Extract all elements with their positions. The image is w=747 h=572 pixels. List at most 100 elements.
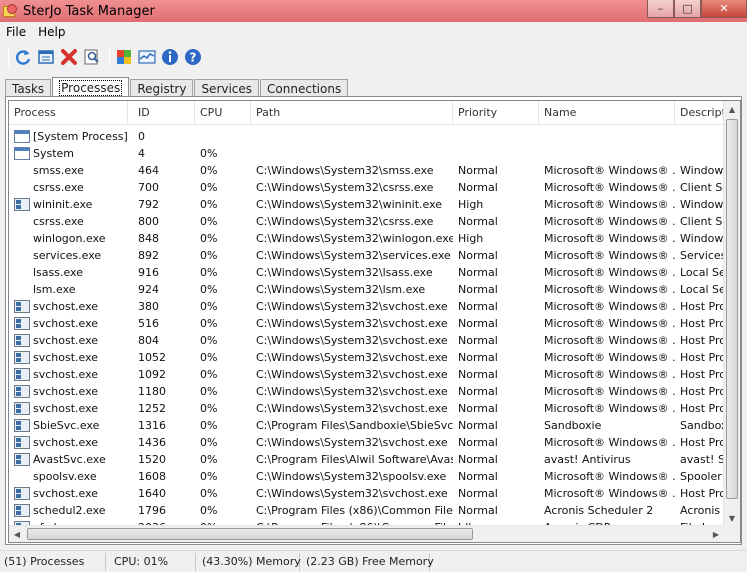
table-row[interactable]: svchost.exe 1052 0% C:\Windows\System32\svc…: [9, 349, 724, 366]
cell-name: Microsoft® Windows® ...: [544, 334, 675, 347]
menu-help[interactable]: Help: [32, 25, 71, 39]
column-header-process[interactable]: Process: [9, 101, 128, 125]
table-row[interactable]: svchost.exe 1092 0% C:\Windows\System32\svc…: [9, 366, 724, 383]
process-name: AvastSvc.exe: [33, 453, 106, 466]
cell-path: C:\Program Files\Alwil Software\Avast...: [256, 453, 453, 466]
cell-name: Microsoft® Windows® ...: [544, 385, 675, 398]
process-list[interactable]: Process ID CPU Path Priority Name Descri…: [8, 100, 741, 543]
cell-process: wininit.exe: [9, 196, 133, 213]
horizontal-scrollbar[interactable]: ◀ ▶: [9, 525, 724, 542]
table-row[interactable]: svchost.exe 1640 0% C:\Windows\System32\svc…: [9, 485, 724, 502]
cell-process: services.exe: [9, 247, 133, 264]
cell-priority: Normal: [458, 249, 498, 262]
table-row[interactable]: wininit.exe 792 0% C:\Windows\System32\wini…: [9, 196, 724, 213]
refresh-icon[interactable]: [13, 47, 33, 67]
maximize-button[interactable]: □: [674, 0, 701, 18]
horizontal-scroll-thumb[interactable]: [27, 528, 473, 540]
cell-path: C:\Windows\System32\svchost.exe: [256, 368, 448, 381]
title-bar: SterJo Task Manager – □ ✕: [0, 0, 747, 22]
tab-processes[interactable]: Processes: [52, 77, 130, 98]
vertical-scrollbar[interactable]: ▲ ▼: [723, 101, 740, 527]
cell-process: System: [9, 145, 133, 162]
table-row[interactable]: spoolsv.exe 1608 0% C:\Windows\System32\spo…: [9, 468, 724, 485]
cell-path: C:\Windows\System32\svchost.exe: [256, 300, 448, 313]
graph-icon[interactable]: [137, 47, 157, 67]
cell-cpu: 0%: [200, 300, 218, 313]
table-row[interactable]: lsm.exe 924 0% C:\Windows\System32\lsm.exe N…: [9, 281, 724, 298]
column-header-cpu[interactable]: CPU: [195, 101, 251, 125]
table-row[interactable]: svchost.exe 380 0% C:\Windows\System32\svch…: [9, 298, 724, 315]
table-row[interactable]: lsass.exe 916 0% C:\Windows\System32\lsass.…: [9, 264, 724, 281]
menu-bar: File Help: [0, 22, 747, 42]
table-row[interactable]: System 4 0%: [9, 145, 724, 162]
toolbar: ?: [0, 42, 747, 72]
cell-id: 1608: [138, 470, 166, 483]
cell-name: Microsoft® Windows® ...: [544, 283, 675, 296]
cell-cpu: 0%: [200, 181, 218, 194]
process-name: spoolsv.exe: [33, 470, 97, 483]
table-row[interactable]: services.exe 892 0% C:\Windows\System32\ser…: [9, 247, 724, 264]
vertical-scroll-thumb[interactable]: [726, 119, 738, 499]
svg-text:?: ?: [190, 51, 197, 65]
table-row[interactable]: svchost.exe 516 0% C:\Windows\System32\svch…: [9, 315, 724, 332]
table-row[interactable]: AvastSvc.exe 1520 0% C:\Program Files\Alwil…: [9, 451, 724, 468]
windows-flag-icon[interactable]: [114, 47, 134, 67]
cell-name: Microsoft® Windows® ...: [544, 300, 675, 313]
table-row[interactable]: smss.exe 464 0% C:\Windows\System32\smss.ex…: [9, 162, 724, 179]
table-row[interactable]: svchost.exe 804 0% C:\Windows\System32\svch…: [9, 332, 724, 349]
table-row[interactable]: csrss.exe 700 0% C:\Windows\System32\csrss.…: [9, 179, 724, 196]
column-header-id[interactable]: ID: [133, 101, 195, 125]
column-header-name[interactable]: Name: [539, 101, 675, 125]
scroll-left-icon[interactable]: ◀: [9, 526, 25, 542]
cell-desc: Windows: [680, 232, 724, 245]
table-row[interactable]: winlogon.exe 848 0% C:\Windows\System32\win…: [9, 230, 724, 247]
cell-path: C:\Windows\System32\lsass.exe: [256, 266, 433, 279]
info-icon[interactable]: [160, 47, 180, 67]
window-icon[interactable]: [36, 47, 56, 67]
cell-id: 1092: [138, 368, 166, 381]
table-row[interactable]: svchost.exe 1252 0% C:\Windows\System32\svc…: [9, 400, 724, 417]
help-icon[interactable]: ?: [183, 47, 203, 67]
close-button[interactable]: ✕: [701, 0, 747, 18]
cell-cpu: 0%: [200, 215, 218, 228]
table-row[interactable]: svchost.exe 1436 0% C:\Windows\System32\svc…: [9, 434, 724, 451]
cell-desc: Client Se: [680, 215, 724, 228]
process-name: csrss.exe: [33, 181, 84, 194]
cell-priority: Normal: [458, 283, 498, 296]
cell-id: 848: [138, 232, 159, 245]
cell-priority: Normal: [458, 436, 498, 449]
tab-tasks[interactable]: Tasks: [5, 79, 52, 97]
table-row[interactable]: schedul2.exe 1796 0% C:\Program Files (x86)…: [9, 502, 724, 519]
column-header-description[interactable]: Description: [675, 101, 724, 125]
tab-registry[interactable]: Registry: [130, 79, 194, 97]
cell-path: C:\Program Files (x86)\Common Files\...: [256, 504, 453, 517]
column-header-priority[interactable]: Priority: [453, 101, 539, 125]
scroll-right-icon[interactable]: ▶: [708, 526, 724, 542]
table-row[interactable]: SbieSvc.exe 1316 0% C:\Program Files\Sandbo…: [9, 417, 724, 434]
scroll-up-icon[interactable]: ▲: [724, 101, 740, 118]
table-row[interactable]: [System Process] 0: [9, 128, 724, 145]
table-row[interactable]: csrss.exe 800 0% C:\Windows\System32\csrss.…: [9, 213, 724, 230]
cell-path: C:\Windows\System32\svchost.exe: [256, 317, 448, 330]
tab-services[interactable]: Services: [194, 79, 260, 97]
tab-strip: Tasks Processes Registry Services Connec…: [5, 76, 349, 98]
cell-process: svchost.exe: [9, 485, 133, 502]
menu-file[interactable]: File: [0, 25, 32, 39]
status-bar: (51) Processes CPU: 01% (43.30%) Memory …: [0, 550, 747, 572]
cell-cpu: 0%: [200, 351, 218, 364]
cell-cpu: 0%: [200, 283, 218, 296]
cell-path: C:\Program Files\Sandboxie\SbieSvc....: [256, 419, 453, 432]
tab-connections[interactable]: Connections: [260, 79, 349, 97]
search-icon[interactable]: [82, 47, 102, 67]
cell-desc: Host Pro: [680, 385, 724, 398]
cell-priority: Normal: [458, 351, 498, 364]
table-row[interactable]: svchost.exe 1180 0% C:\Windows\System32\svc…: [9, 383, 724, 400]
process-name: smss.exe: [33, 164, 84, 177]
process-name: svchost.exe: [33, 300, 99, 313]
cell-name: Microsoft® Windows® ...: [544, 198, 675, 211]
end-process-icon[interactable]: [59, 47, 79, 67]
column-header-path[interactable]: Path: [251, 101, 453, 125]
status-cpu: CPU: 01%: [106, 552, 196, 571]
cell-process: lsm.exe: [9, 281, 133, 298]
minimize-button[interactable]: –: [647, 0, 674, 18]
